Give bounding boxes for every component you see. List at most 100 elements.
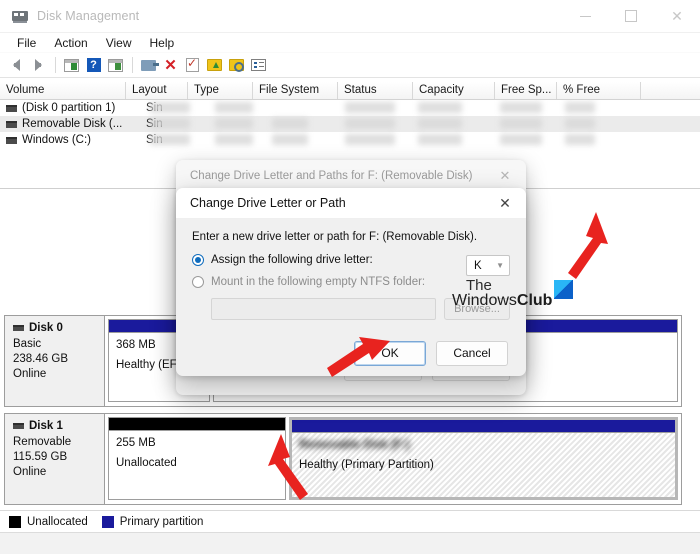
menu-view[interactable]: View	[97, 34, 141, 52]
inner-dialog-titlebar: Change Drive Letter or Path ✕	[176, 188, 526, 219]
inner-dialog-footer: OK Cancel	[176, 330, 526, 376]
change-drive-letter-or-path-dialog: Change Drive Letter or Path ✕ Enter a ne…	[176, 188, 526, 376]
menu-help[interactable]: Help	[141, 34, 184, 52]
redacted-cell	[565, 118, 595, 129]
assign-drive-letter-option[interactable]: Assign the following drive letter:	[192, 254, 510, 266]
disk-management-window: Disk Management ✕ File Action View Help …	[0, 0, 700, 554]
disk-status-0: Online	[13, 368, 47, 380]
show-hide-action-pane-icon	[108, 58, 123, 72]
mount-volume-icon	[207, 59, 222, 71]
partition-status: Healthy (Primary Partition)	[299, 459, 434, 471]
redacted-cell	[565, 102, 595, 113]
redacted-cell	[418, 118, 462, 129]
redacted-cell	[500, 118, 542, 129]
window-controls: ✕	[562, 0, 700, 33]
outer-dialog-title: Change Drive Letter and Paths for F: (Re…	[190, 170, 473, 182]
column-header-volume[interactable]: Volume	[0, 82, 126, 99]
back-icon	[13, 59, 20, 71]
inner-cancel-button[interactable]: Cancel	[436, 340, 508, 366]
disk-type-1: Removable	[13, 436, 72, 448]
column-header-spacer	[641, 82, 700, 99]
forward-icon	[35, 59, 42, 71]
title-bar: Disk Management ✕	[0, 0, 700, 33]
status-bar	[0, 532, 700, 554]
menu-bar: File Action View Help	[0, 33, 700, 53]
disk-title-1: Disk 1	[13, 420, 104, 432]
disk-name-1: Disk 1	[29, 420, 63, 432]
disk-title-0: Disk 0	[13, 322, 104, 334]
legend: Unallocated Primary partition	[0, 510, 700, 532]
browse-button[interactable]: Browse...	[444, 298, 510, 320]
drive-letter-select[interactable]: K ▼	[466, 255, 510, 276]
inner-dialog-title: Change Drive Letter or Path	[190, 196, 346, 210]
chevron-down-icon: ▼	[496, 261, 504, 270]
view-list-button[interactable]	[248, 55, 269, 76]
column-header-file-system[interactable]: File System	[253, 82, 338, 99]
partition-1-0[interactable]: 255 MB Unallocated	[108, 417, 286, 500]
disk-size-1: 115.59 GB	[13, 451, 68, 463]
forward-button[interactable]	[28, 55, 49, 76]
disk-size-0: 238.46 GB	[13, 353, 68, 365]
menu-file[interactable]: File	[8, 34, 45, 52]
inner-ok-button[interactable]: OK	[354, 340, 426, 366]
properties-button[interactable]	[138, 55, 159, 76]
partition-cap	[292, 420, 675, 433]
partition-1-1[interactable]: Removable Disk (F:) Healthy (Primary Par…	[289, 417, 678, 500]
toolbar-separator	[55, 57, 56, 73]
toolbar: ? ✕	[0, 53, 700, 78]
back-button[interactable]	[6, 55, 27, 76]
disk-info-1: Disk 1 Removable 115.59 GB Online	[5, 414, 105, 504]
column-header-free-space[interactable]: Free Sp...	[495, 82, 557, 99]
maximize-button[interactable]	[608, 0, 654, 33]
show-hide-console-tree-button[interactable]	[61, 55, 82, 76]
mount-path-input[interactable]	[211, 298, 436, 320]
legend-label: Unallocated	[27, 515, 88, 528]
delete-button[interactable]: ✕	[160, 55, 181, 76]
rescan-disks-icon	[186, 56, 199, 72]
volume-icon	[6, 136, 17, 144]
column-header-capacity[interactable]: Capacity	[413, 82, 495, 99]
redacted-cell	[418, 102, 462, 113]
partition-status: Unallocated	[116, 457, 177, 469]
close-button[interactable]: ✕	[654, 0, 700, 33]
show-hide-action-pane-button[interactable]	[105, 55, 126, 76]
mount-volume-button[interactable]	[204, 55, 225, 76]
volume-list-header: Volume Layout Type File System Status Ca…	[0, 82, 700, 100]
search-volume-icon	[229, 59, 244, 72]
mount-ntfs-folder-option[interactable]: Mount in the following empty NTFS folder…	[192, 276, 510, 288]
properties-icon	[141, 59, 159, 71]
column-header-status[interactable]: Status	[338, 82, 413, 99]
partition-strip-1: 255 MB Unallocated Removable Disk (F:) H…	[105, 414, 681, 504]
search-volume-button[interactable]	[226, 55, 247, 76]
volume-icon	[6, 120, 17, 128]
redacted-cell	[150, 102, 190, 113]
show-hide-console-tree-icon	[64, 58, 79, 72]
inner-dialog-body: Enter a new drive letter or path for F: …	[176, 219, 526, 320]
redacted-cell	[345, 134, 395, 145]
column-header-layout[interactable]: Layout	[126, 82, 188, 99]
rescan-disks-button[interactable]	[182, 55, 203, 76]
mount-ntfs-folder-radio[interactable]	[192, 276, 204, 288]
redacted-cell	[215, 134, 253, 145]
assign-drive-letter-label: Assign the following drive letter:	[211, 254, 373, 266]
minimize-button[interactable]	[562, 0, 608, 33]
redacted-cell	[215, 102, 253, 113]
redacted-cell	[272, 134, 308, 145]
close-icon: ✕	[499, 194, 511, 211]
redacted-cell	[345, 118, 395, 129]
disk-management-icon	[12, 9, 28, 23]
inner-dialog-prompt: Enter a new drive letter or path for F: …	[192, 231, 478, 243]
primary-partition-swatch-icon	[101, 515, 114, 528]
column-header-percent-free[interactable]: % Free	[557, 82, 641, 99]
menu-action[interactable]: Action	[45, 34, 96, 52]
disk-panel-1[interactable]: Disk 1 Removable 115.59 GB Online 255 MB…	[4, 413, 682, 505]
column-header-type[interactable]: Type	[188, 82, 253, 99]
legend-item-unallocated: Unallocated	[9, 515, 88, 528]
close-icon: ✕	[499, 168, 511, 183]
assign-drive-letter-radio[interactable]	[192, 254, 204, 266]
redacted-cell	[150, 134, 190, 145]
disk-name-0: Disk 0	[29, 322, 63, 334]
inner-dialog-close-button[interactable]: ✕	[484, 188, 526, 219]
redacted-cell	[500, 102, 542, 113]
help-button[interactable]: ?	[83, 55, 104, 76]
